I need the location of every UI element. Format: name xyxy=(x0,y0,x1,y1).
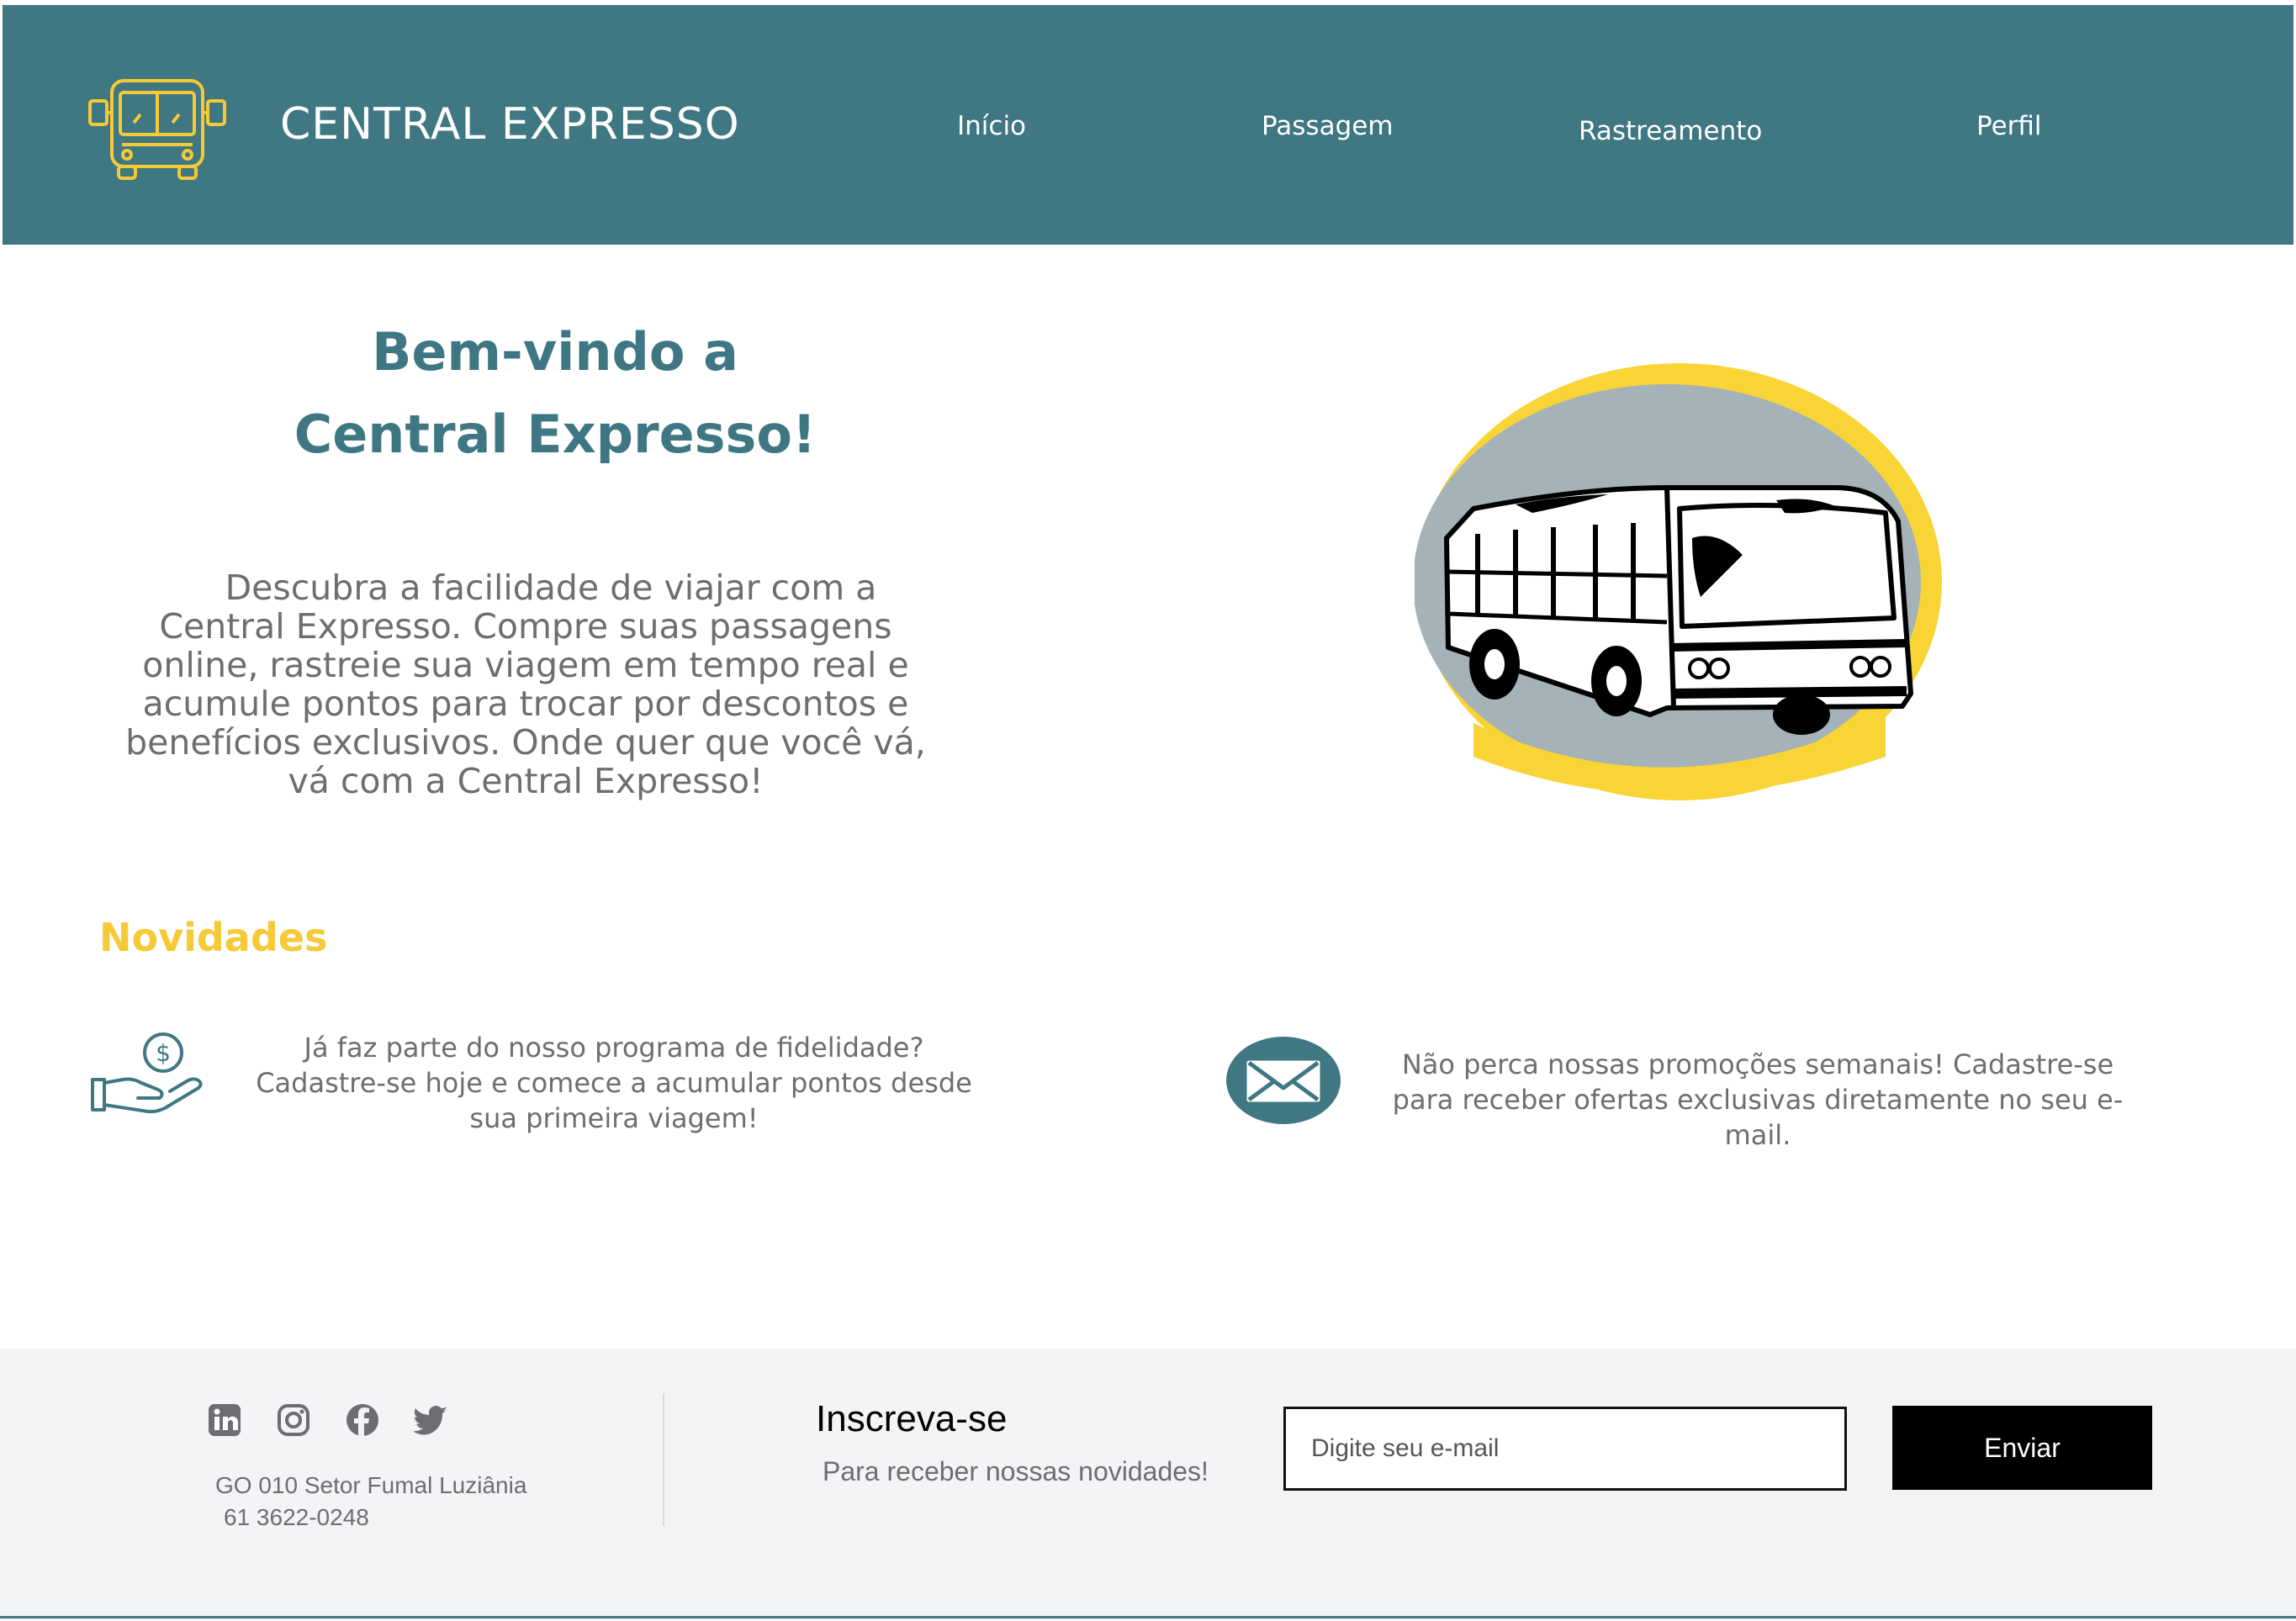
hand-money-icon: $ xyxy=(91,1032,203,1114)
loyalty-promo-text: Já faz parte do nosso programa de fideli… xyxy=(256,1032,972,1134)
brand-name[interactable]: CENTRAL EXPRESSO xyxy=(280,99,740,150)
send-button[interactable]: Enviar xyxy=(1892,1406,2152,1490)
subscribe-title: Inscreva-se xyxy=(816,1398,1008,1439)
footer-bottom-border xyxy=(0,1616,2296,1618)
address-line: GO 010 Setor Fumal Luziânia xyxy=(215,1472,527,1498)
hero-title-line2: Central Expresso! xyxy=(294,404,817,465)
email-input[interactable] xyxy=(1283,1407,1847,1491)
bus-outline-icon[interactable] xyxy=(85,76,230,185)
linkedin-icon[interactable] xyxy=(207,1402,242,1438)
nav-inicio[interactable]: Início xyxy=(957,111,1026,141)
phone-number: 61 3622-0248 xyxy=(224,1504,369,1530)
footer-address: GO 010 Setor Fumal Luziânia 61 3622-0248 xyxy=(215,1470,526,1534)
nav-passagem[interactable]: Passagem xyxy=(1262,111,1394,141)
bus-illustration xyxy=(1415,363,1942,800)
facebook-icon[interactable] xyxy=(345,1402,380,1438)
footer-divider xyxy=(663,1393,664,1526)
nav-perfil[interactable]: Perfil xyxy=(1976,111,2042,141)
hero-description: Descubra a facilidade de viajar com a Ce… xyxy=(125,568,926,801)
newsletter-promo-text: Não perca nossas promoções semanais! Cad… xyxy=(1392,1048,2124,1151)
hero-title: Bem-vindo a Central Expresso! xyxy=(151,311,959,476)
mail-icon xyxy=(1226,1037,1341,1124)
hero-title-line1: Bem-vindo a xyxy=(372,321,738,383)
nav-rastreamento[interactable]: Rastreamento xyxy=(1579,116,1762,146)
subscribe-subtitle: Para receber nossas novidades! xyxy=(823,1456,1209,1486)
twitter-icon[interactable] xyxy=(414,1402,449,1438)
svg-text:$: $ xyxy=(156,1039,171,1067)
novidades-title: Novidades xyxy=(99,915,328,960)
site-header: CENTRAL EXPRESSO xyxy=(3,5,2293,245)
instagram-icon[interactable] xyxy=(276,1402,311,1438)
